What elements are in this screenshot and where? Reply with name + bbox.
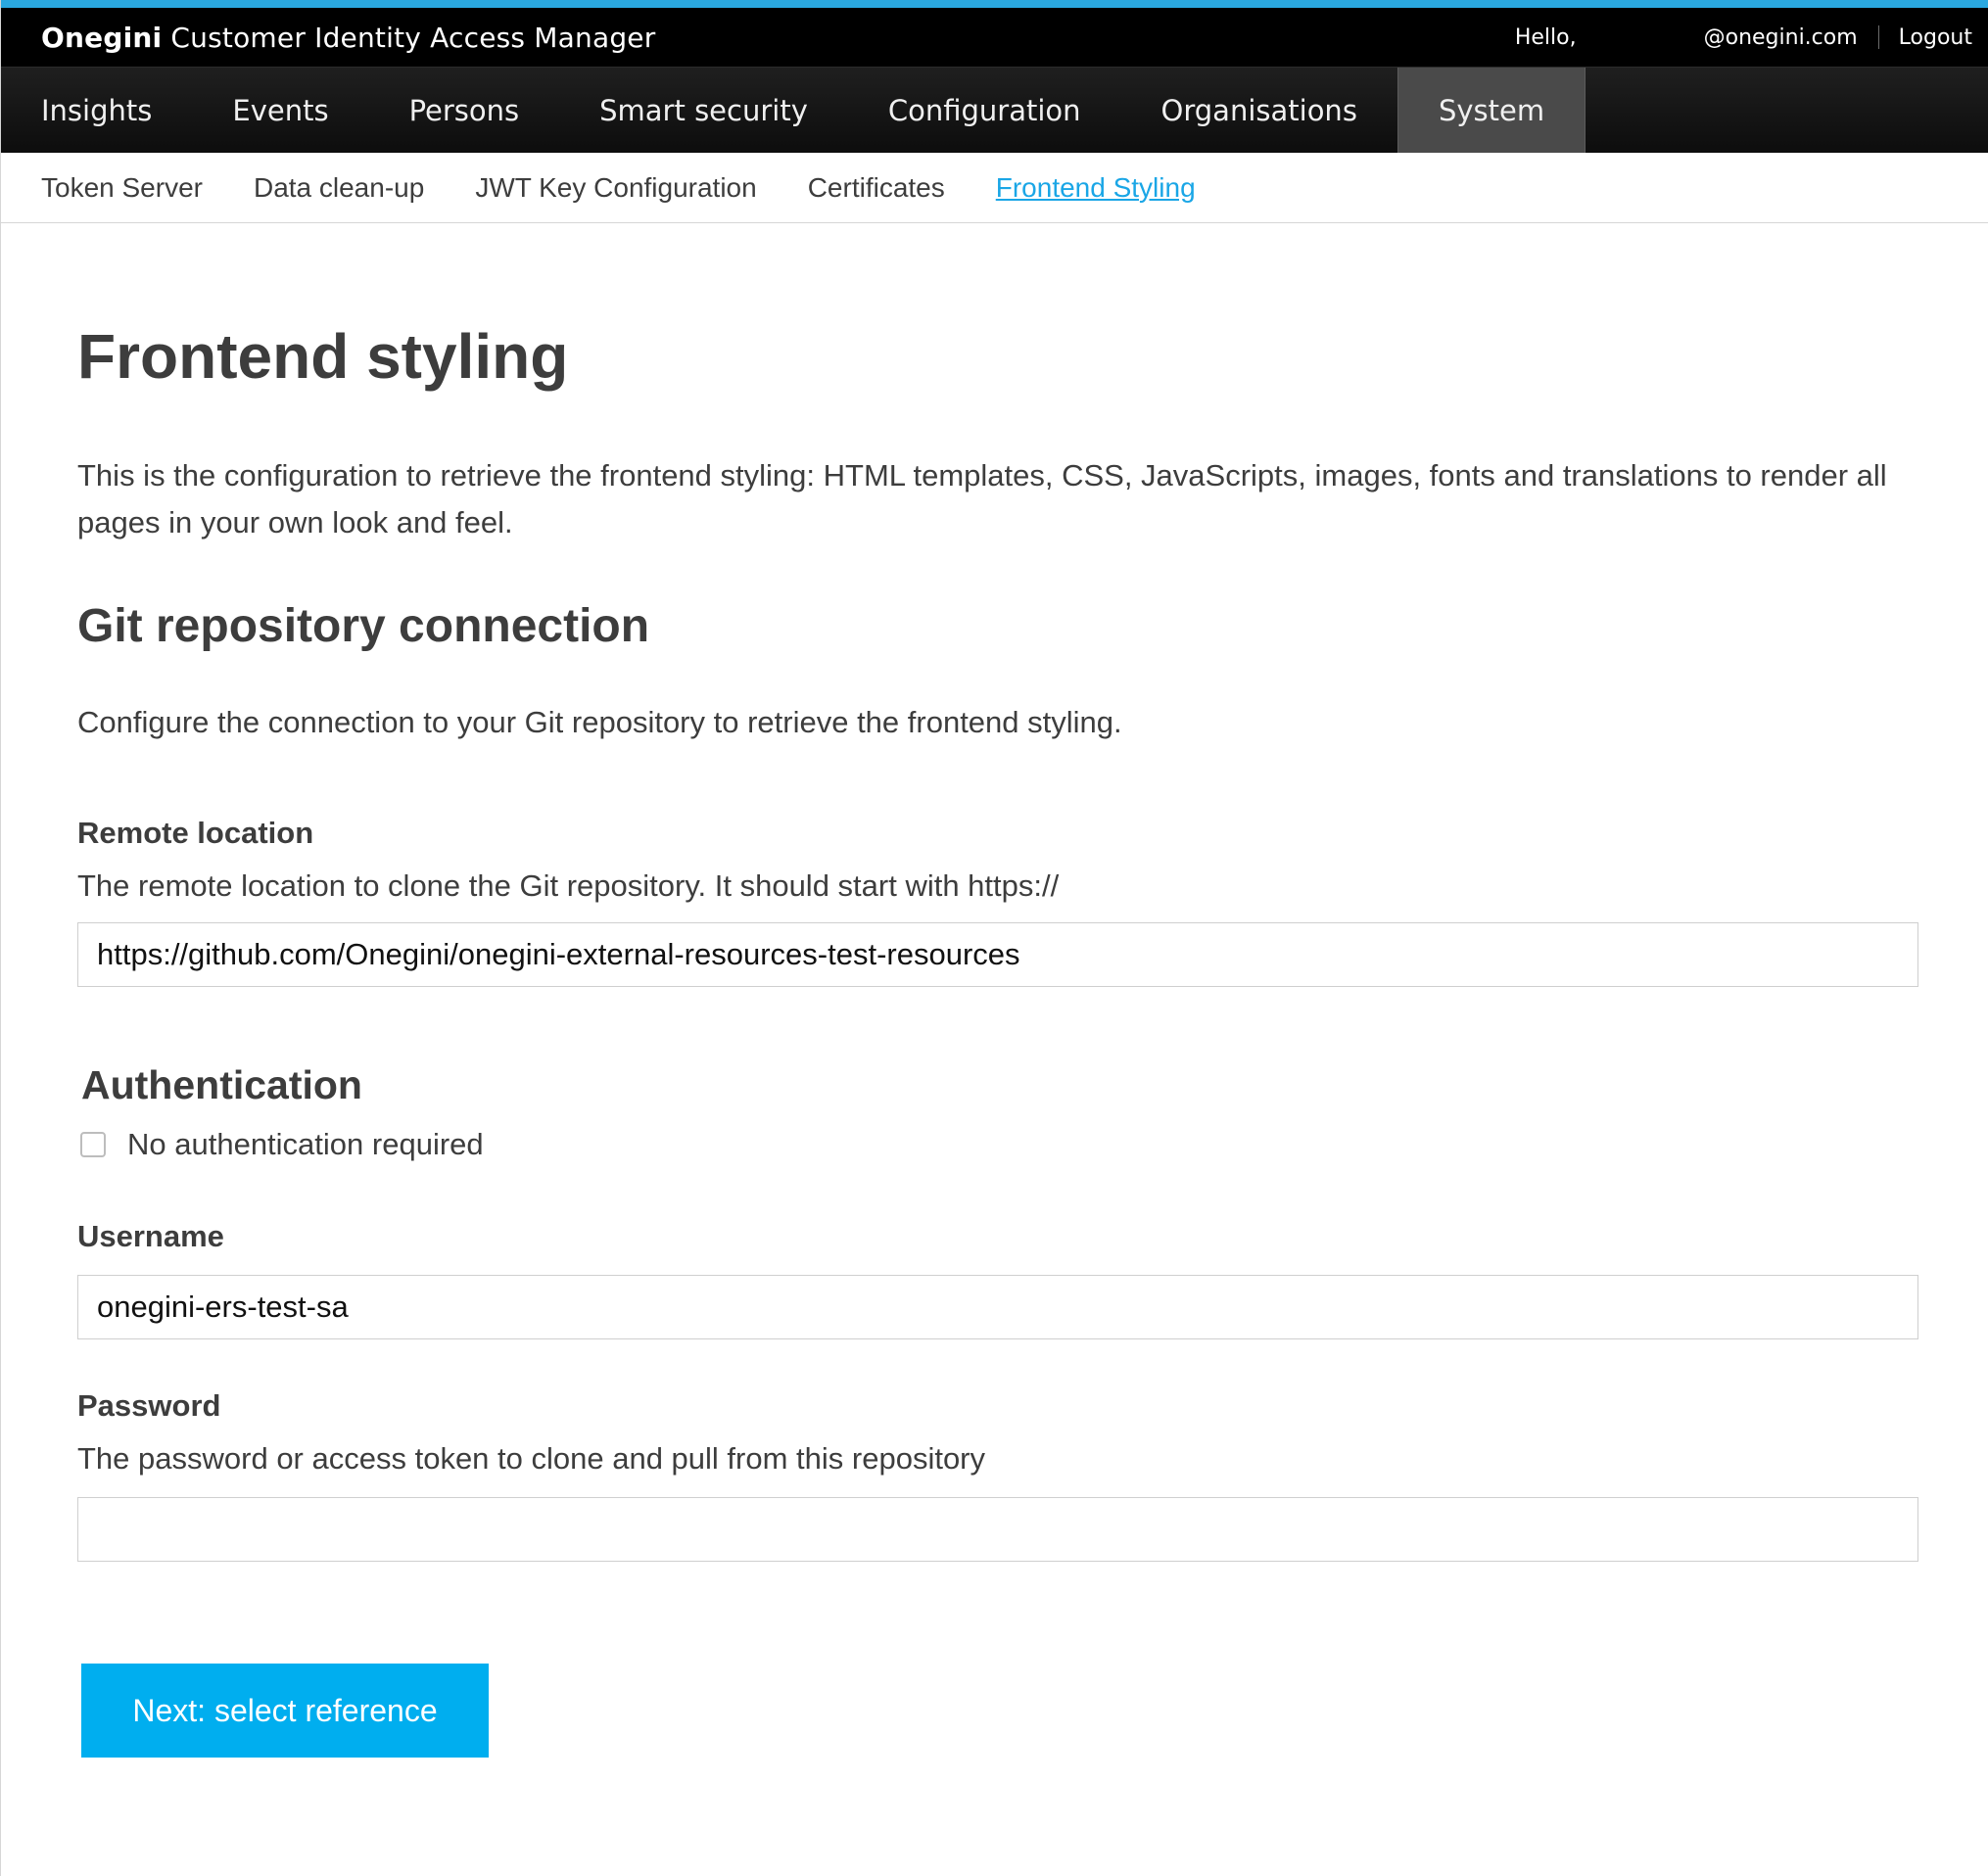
- user-email: @onegini.com: [1703, 24, 1858, 50]
- user-divider: [1877, 25, 1879, 49]
- no-auth-label: No authentication required: [127, 1127, 484, 1161]
- app-title: Onegini Customer Identity Access Manager: [41, 22, 655, 54]
- nav-item-persons[interactable]: Persons: [369, 68, 560, 153]
- sub-nav-data-clean-up[interactable]: Data clean-up: [254, 172, 424, 204]
- nav-item-organisations[interactable]: Organisations: [1121, 68, 1397, 153]
- actions: Next: select reference: [77, 1664, 1917, 1758]
- logout-link[interactable]: Logout: [1899, 25, 1972, 50]
- no-auth-row: No authentication required: [77, 1127, 1917, 1162]
- password-label: Password: [77, 1388, 221, 1423]
- password-input[interactable]: [77, 1497, 1918, 1562]
- username-label: Username: [77, 1219, 224, 1253]
- sub-nav-token-server[interactable]: Token Server: [41, 172, 203, 204]
- product-name: Customer Identity Access Manager: [170, 21, 656, 54]
- top-accent-bar: [1, 0, 1988, 8]
- password-group: Password The password or access token to…: [77, 1388, 1918, 1562]
- username-input[interactable]: [77, 1275, 1918, 1339]
- no-auth-checkbox[interactable]: [80, 1132, 106, 1157]
- sub-nav-certificates[interactable]: Certificates: [808, 172, 945, 204]
- remote-location-group: Remote location The remote location to c…: [77, 816, 1918, 987]
- greeting: Hello,: [1514, 24, 1577, 50]
- password-help: The password or access token to clone an…: [77, 1441, 986, 1476]
- remote-location-help: The remote location to clone the Git rep…: [77, 868, 1060, 903]
- app-bar: Onegini Customer Identity Access Manager…: [1, 8, 1988, 67]
- sub-nav-jwt-key-configuration[interactable]: JWT Key Configuration: [475, 172, 756, 204]
- sub-nav: Token Server Data clean-up JWT Key Confi…: [1, 153, 1988, 223]
- authentication-group: Authentication No authentication require…: [77, 1065, 1917, 1162]
- nav-item-configuration[interactable]: Configuration: [848, 68, 1121, 153]
- page-title: Frontend styling: [77, 321, 569, 392]
- brand-name: Onegini: [41, 21, 163, 54]
- main-nav: Insights Events Persons Smart security C…: [1, 67, 1988, 153]
- git-section-description: Configure the connection to your Git rep…: [77, 705, 1122, 739]
- nav-item-events[interactable]: Events: [192, 68, 368, 153]
- nav-item-insights[interactable]: Insights: [1, 68, 192, 153]
- git-section-title: Git repository connection: [77, 600, 650, 652]
- user-area: Hello, @onegini.com Logout: [1515, 8, 1988, 67]
- authentication-title: Authentication: [81, 1062, 362, 1107]
- next-select-reference-button[interactable]: Next: select reference: [81, 1664, 489, 1758]
- page-intro: This is the configuration to retrieve th…: [77, 458, 1887, 539]
- nav-item-system[interactable]: System: [1396, 68, 1586, 153]
- sub-nav-frontend-styling[interactable]: Frontend Styling: [996, 172, 1196, 204]
- page: Onegini Customer Identity Access Manager…: [0, 0, 1988, 1876]
- nav-item-smart-security[interactable]: Smart security: [559, 68, 848, 153]
- username-group: Username: [77, 1219, 1918, 1339]
- remote-location-input[interactable]: [77, 922, 1918, 987]
- remote-location-label: Remote location: [77, 816, 314, 850]
- main-content: Frontend styling This is the configurati…: [1, 325, 1988, 1758]
